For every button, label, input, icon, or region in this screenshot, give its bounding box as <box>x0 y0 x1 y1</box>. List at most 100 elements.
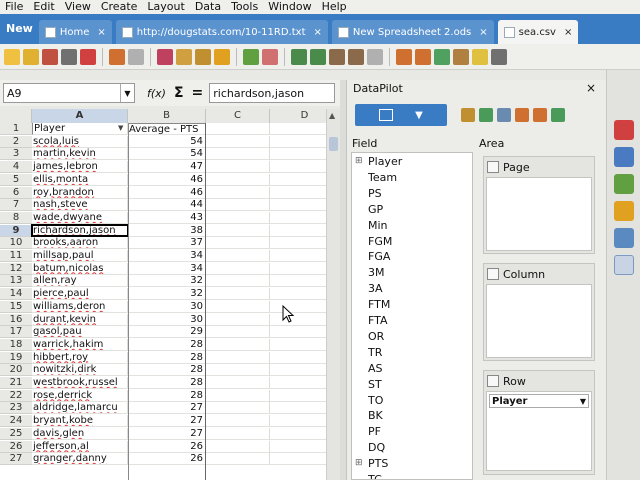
row-header[interactable]: 3 <box>0 148 32 161</box>
player-cell[interactable]: nash,steve <box>32 199 128 212</box>
sort-icon[interactable] <box>515 108 529 122</box>
gallery-sidebar-icon[interactable] <box>613 174 634 194</box>
field-item-ps[interactable]: PS <box>368 187 382 201</box>
pts-cell[interactable]: 44 <box>128 199 206 212</box>
row-area-drop[interactable]: Player ▼ <box>486 391 592 471</box>
player-cell[interactable]: wade,dwyane <box>32 211 128 224</box>
browser-tab[interactable]: Home × <box>38 20 112 44</box>
close-tab-icon[interactable]: × <box>479 27 487 38</box>
functions-sidebar-icon[interactable] <box>613 228 634 248</box>
close-icon[interactable]: × <box>586 81 596 95</box>
player-cell[interactable]: ellis,monta <box>32 173 128 186</box>
pts-cell[interactable]: 28 <box>128 364 206 377</box>
empty-cell[interactable] <box>206 389 270 402</box>
navigator-sidebar-icon[interactable] <box>613 201 634 221</box>
empty-cell[interactable] <box>206 148 270 161</box>
sort-asc-icon[interactable] <box>396 48 412 65</box>
column-header-b[interactable]: B <box>128 109 206 123</box>
player-cell[interactable]: brooks,aaron <box>32 237 128 250</box>
player-cell[interactable]: williams,deron <box>32 300 128 313</box>
datapilot-layout-button[interactable]: ▼ <box>355 104 447 126</box>
empty-cell[interactable] <box>206 224 270 237</box>
row-header[interactable]: 27 <box>0 453 32 466</box>
column-header-c[interactable]: C <box>206 109 270 123</box>
empty-cell[interactable] <box>206 275 270 288</box>
close-tab-icon[interactable]: × <box>564 27 572 38</box>
row-header[interactable]: 10 <box>0 237 32 250</box>
expand-icon[interactable]: ⊞ <box>355 156 363 166</box>
empty-cell[interactable] <box>206 288 270 301</box>
row-header[interactable]: 7 <box>0 199 32 212</box>
player-cell[interactable]: scola,luis <box>32 135 128 148</box>
spellcheck-icon[interactable] <box>491 48 507 65</box>
chart-icon[interactable] <box>243 48 259 65</box>
column-area-drop[interactable] <box>486 284 592 358</box>
field-item-fgm[interactable]: FGM <box>368 235 392 249</box>
row-header[interactable]: 20 <box>0 364 32 377</box>
player-cell[interactable]: roy,brandon <box>32 186 128 199</box>
field-item-tr[interactable]: TR <box>368 346 382 360</box>
pts-cell[interactable]: 27 <box>128 427 206 440</box>
equals-icon[interactable]: = <box>192 85 204 101</box>
pts-cell[interactable]: 28 <box>128 338 206 351</box>
pts-cell[interactable]: 34 <box>128 262 206 275</box>
row-header[interactable]: 22 <box>0 389 32 402</box>
empty-cell[interactable] <box>206 135 270 148</box>
insert-col-icon[interactable] <box>310 48 326 65</box>
pts-cell[interactable]: 27 <box>128 402 206 415</box>
player-cell[interactable]: batum,nicolas <box>32 262 128 275</box>
pts-cell[interactable]: 54 <box>128 135 206 148</box>
pts-cell[interactable]: 29 <box>128 326 206 339</box>
empty-cell[interactable] <box>206 199 270 212</box>
undo-icon[interactable] <box>109 48 125 65</box>
field-item-fta[interactable]: FTA <box>368 314 388 328</box>
empty-cell[interactable] <box>206 402 270 415</box>
pts-cell[interactable]: 47 <box>128 161 206 174</box>
sort-reverse-icon[interactable] <box>533 108 547 122</box>
field-item-dq[interactable]: DQ <box>368 441 385 455</box>
insert-row-icon[interactable] <box>291 48 307 65</box>
properties-sidebar-icon[interactable] <box>613 120 634 140</box>
player-cell[interactable]: gasol,pau <box>32 326 128 339</box>
empty-cell[interactable] <box>206 377 270 389</box>
empty-cell[interactable] <box>206 338 270 351</box>
row-header[interactable]: 18 <box>0 338 32 351</box>
image-icon[interactable] <box>262 48 278 65</box>
row-header[interactable]: 5 <box>0 173 32 186</box>
pts-cell[interactable]: 43 <box>128 211 206 224</box>
row-header[interactable]: 2 <box>0 135 32 148</box>
empty-cell[interactable] <box>206 453 270 466</box>
empty-cell[interactable] <box>206 313 270 326</box>
format-paint-icon[interactable] <box>214 48 230 65</box>
pts-cell[interactable]: 46 <box>128 186 206 199</box>
player-cell[interactable]: granger,danny <box>32 453 128 466</box>
function-icon[interactable] <box>453 48 469 65</box>
empty-cell[interactable] <box>206 262 270 275</box>
row-header[interactable]: 4 <box>0 161 32 174</box>
pts-cell[interactable]: 26 <box>128 453 206 466</box>
browser-tab[interactable]: sea.csv × <box>497 20 579 44</box>
field-item-3m[interactable]: 3M <box>368 266 385 280</box>
empty-cell[interactable] <box>206 211 270 224</box>
menu-item-layout[interactable]: Layout <box>142 0 189 14</box>
field-item-pts[interactable]: PTS <box>368 457 388 471</box>
field-list[interactable]: Player ⊞ Team PS GP Min FGM FGA 3M 3A FTM FTA OR TR AS… <box>351 152 473 480</box>
browser-tab[interactable]: New Spreadsheet 2.ods × <box>331 20 494 44</box>
sum-icon[interactable]: Σ <box>174 85 184 101</box>
player-cell[interactable]: warrick,hakim <box>32 338 128 351</box>
player-cell[interactable]: martin,kevin <box>32 148 128 161</box>
name-box[interactable]: A9 ▼ <box>3 83 135 103</box>
scrollbar-thumb[interactable] <box>329 137 338 151</box>
row-header[interactable]: 9 <box>0 224 32 237</box>
empty-cell[interactable] <box>206 427 270 440</box>
copy-icon[interactable] <box>176 48 192 65</box>
pts-cell[interactable]: 54 <box>128 148 206 161</box>
pts-cell[interactable]: 27 <box>128 415 206 428</box>
field-item-st[interactable]: ST <box>368 378 382 392</box>
cut-icon[interactable] <box>157 48 173 65</box>
pts-cell[interactable]: 37 <box>128 237 206 250</box>
menu-item-create[interactable]: Create <box>96 0 143 14</box>
expand-icon[interactable]: ⊞ <box>355 458 363 468</box>
pts-cell[interactable]: 30 <box>128 313 206 326</box>
row-header[interactable]: 16 <box>0 313 32 326</box>
